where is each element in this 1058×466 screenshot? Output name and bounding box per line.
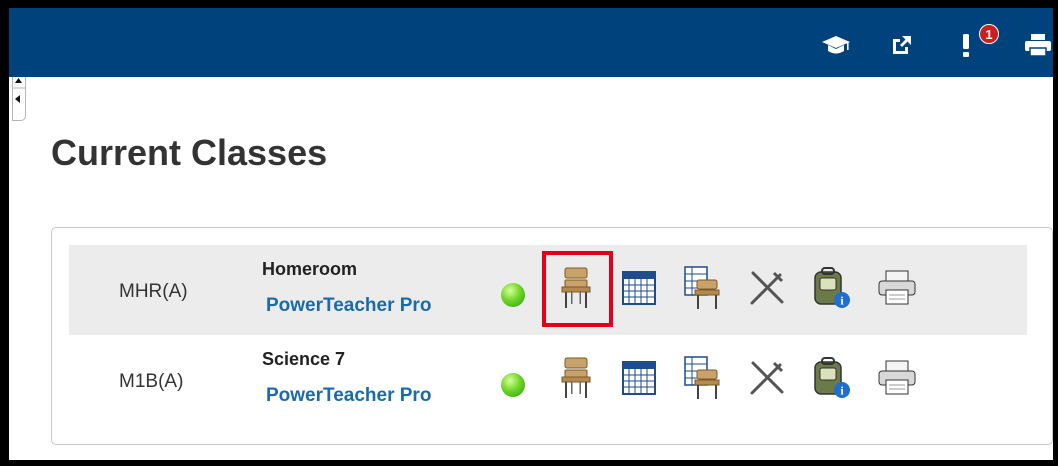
status-indicator-icon [501,283,525,307]
tools-icon[interactable] [745,351,789,405]
notifications-icon[interactable] [951,32,981,58]
print-icon[interactable] [875,261,919,315]
class-course-name: Science 7 [262,349,346,369]
seating-chart-icon[interactable] [554,351,598,405]
student-backpack-icon[interactable]: i [809,261,853,315]
current-classes-panel: MHR(A) Homeroom PowerTeacher Pro i M1B(A… [51,227,1053,445]
notification-count-badge[interactable]: 1 [979,24,999,44]
class-period: MHR(A) [119,281,188,302]
calendar-icon[interactable] [617,351,661,405]
print-icon[interactable] [875,351,919,405]
class-row: MHR(A) Homeroom PowerTeacher Pro i [69,245,1027,335]
top-nav-bar: 1 [9,8,1053,77]
student-backpack-icon[interactable]: i [809,351,853,405]
sidebar-collapse-tab[interactable] [12,77,26,121]
external-link-icon[interactable] [887,32,917,58]
page-title: Current Classes [51,132,328,173]
status-indicator-icon [501,373,525,397]
calendar-icon[interactable] [617,261,661,315]
powerteacher-pro-link[interactable]: PowerTeacher Pro [266,385,431,407]
class-period: M1B(A) [119,371,184,392]
graduation-cap-icon[interactable] [821,32,851,58]
class-row: M1B(A) Science 7 PowerTeacher Pro i [69,335,1027,425]
class-course-name: Homeroom [262,259,358,279]
roster-seating-icon[interactable] [681,261,725,315]
print-icon[interactable] [1023,32,1053,58]
app-window: 1 Current Classes MHR(A) Homeroom PowerT… [9,8,1053,460]
powerteacher-pro-link[interactable]: PowerTeacher Pro [266,295,431,317]
tools-icon[interactable] [745,261,789,315]
seating-chart-icon[interactable] [554,261,598,315]
roster-seating-icon[interactable] [681,351,725,405]
